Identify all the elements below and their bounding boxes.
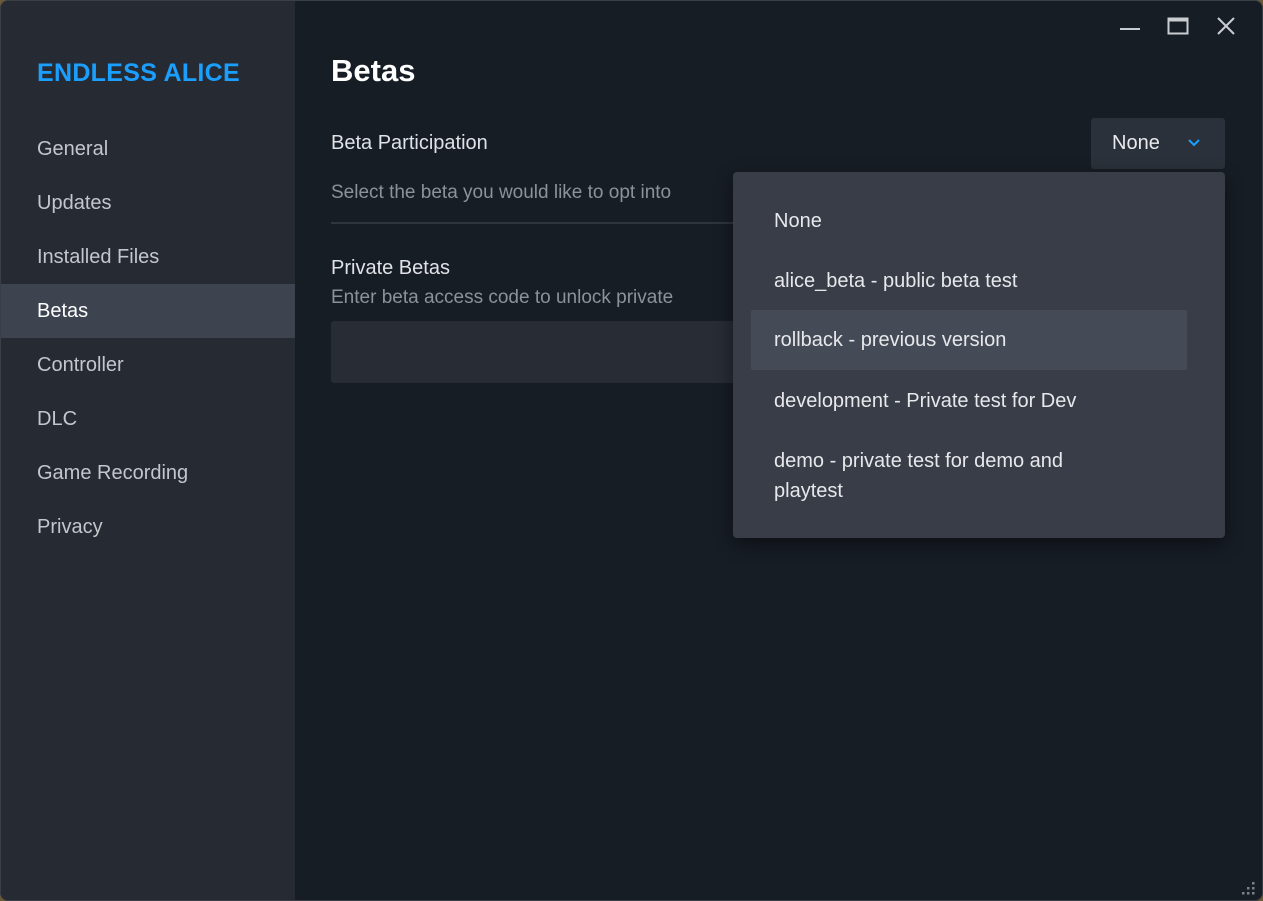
sidebar-item-dlc[interactable]: DLC bbox=[1, 392, 295, 446]
beta-participation-description: Select the beta you would like to opt in… bbox=[331, 182, 672, 203]
close-button[interactable] bbox=[1202, 11, 1250, 41]
window-controls bbox=[1106, 11, 1250, 41]
maximize-icon bbox=[1167, 17, 1189, 35]
close-icon bbox=[1217, 17, 1235, 35]
private-betas-label: Private Betas bbox=[331, 257, 450, 279]
maximize-button[interactable] bbox=[1154, 11, 1202, 41]
minimize-icon bbox=[1120, 28, 1140, 30]
sidebar-item-betas[interactable]: Betas bbox=[1, 284, 295, 338]
resize-grip-icon[interactable] bbox=[1240, 880, 1256, 896]
sidebar-item-game-recording[interactable]: Game Recording bbox=[1, 446, 295, 500]
beta-option-rollback[interactable]: rollback - previous version bbox=[751, 310, 1187, 370]
beta-option-demo[interactable]: demo - private test for demo and playtes… bbox=[751, 446, 1131, 506]
sidebar-item-privacy[interactable]: Privacy bbox=[1, 500, 295, 554]
beta-select-value: None bbox=[1112, 132, 1160, 154]
chevron-down-icon bbox=[1188, 139, 1200, 147]
sidebar-item-installed-files[interactable]: Installed Files bbox=[1, 230, 295, 284]
sidebar: ENDLESS ALICE General Updates Installed … bbox=[1, 1, 295, 900]
beta-option-development[interactable]: development - Private test for Dev bbox=[751, 386, 1187, 416]
sidebar-item-controller[interactable]: Controller bbox=[1, 338, 295, 392]
app-title: ENDLESS ALICE bbox=[37, 59, 240, 87]
main-panel: Betas Beta Participation Select the beta… bbox=[295, 1, 1262, 900]
beta-option-none[interactable]: None bbox=[751, 206, 1187, 236]
beta-dropdown-menu: None alice_beta - public beta test rollb… bbox=[733, 172, 1225, 538]
settings-window: ENDLESS ALICE General Updates Installed … bbox=[0, 0, 1263, 901]
beta-select[interactable]: None bbox=[1091, 118, 1225, 169]
sidebar-item-updates[interactable]: Updates bbox=[1, 176, 295, 230]
beta-option-alice-beta[interactable]: alice_beta - public beta test bbox=[751, 266, 1187, 296]
private-betas-description: Enter beta access code to unlock private bbox=[331, 287, 674, 308]
sidebar-nav: General Updates Installed Files Betas Co… bbox=[1, 122, 295, 554]
minimize-button[interactable] bbox=[1106, 11, 1154, 41]
beta-participation-label: Beta Participation bbox=[331, 132, 488, 154]
sidebar-item-general[interactable]: General bbox=[1, 122, 295, 176]
page-title: Betas bbox=[331, 53, 416, 88]
